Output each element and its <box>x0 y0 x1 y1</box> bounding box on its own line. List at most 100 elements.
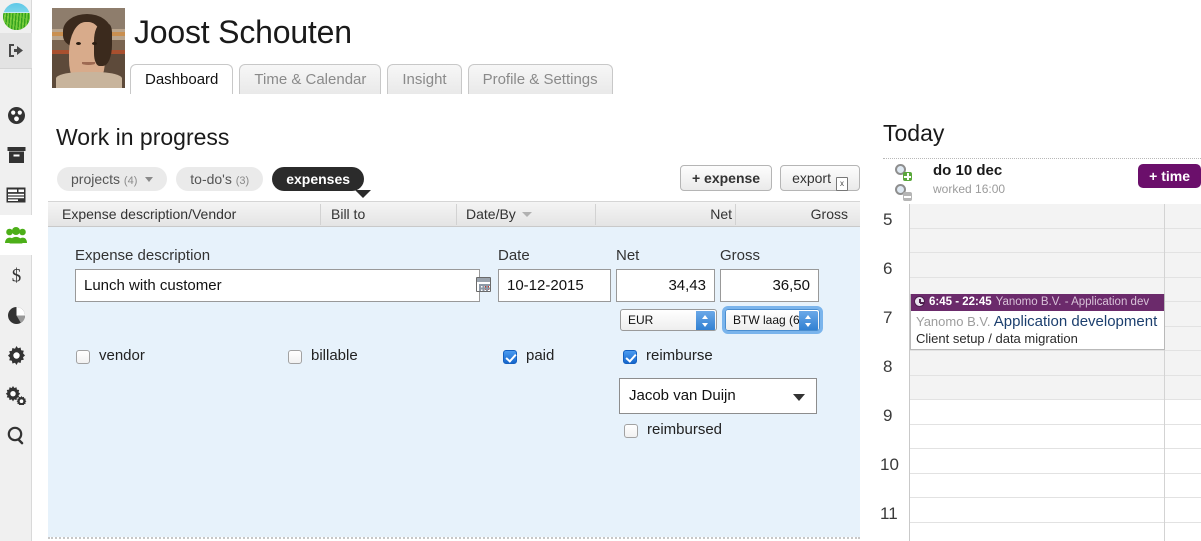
currency-select-value: EUR <box>628 313 654 327</box>
vat-select[interactable]: BTW laag (6 <box>722 306 823 334</box>
hour-label-8: 8 <box>883 357 893 376</box>
column-header-description[interactable]: Expense description/Vendor <box>62 202 236 227</box>
tab-time-calendar[interactable]: Time & Calendar <box>239 64 382 94</box>
calendar-icon[interactable] <box>476 277 491 292</box>
section-title: Work in progress <box>56 124 230 150</box>
calendar-event-note: Client setup / data migration <box>916 331 1078 346</box>
calendar-event-header-title: Yanomo B.V. - Application dev <box>995 296 1150 308</box>
calendar-event-project: Application development <box>993 313 1158 330</box>
clock-icon <box>914 296 925 307</box>
description-input[interactable]: Lunch with customer <box>75 269 480 302</box>
calendar-grid[interactable] <box>909 204 1201 541</box>
gear-icon[interactable] <box>0 335 32 375</box>
dashboard-icon[interactable] <box>0 95 32 135</box>
expense-table-header: Expense description/Vendor Bill to Date/… <box>48 201 860 227</box>
export-button[interactable]: export x <box>780 165 860 191</box>
vendor-checkbox[interactable] <box>76 350 90 364</box>
page-header: Joost Schouten Dashboard Time & Calendar… <box>48 0 1201 96</box>
vat-select-value: BTW laag (6 <box>733 313 800 327</box>
reimburse-checkbox[interactable] <box>623 350 637 364</box>
yanomo-logo[interactable] <box>3 3 30 30</box>
wip-filter-pills: projects (4) to-do's (3) expenses <box>57 167 373 191</box>
svg-text:$: $ <box>11 266 21 286</box>
hour-label-7: 7 <box>883 308 893 327</box>
pill-projects-label: projects <box>71 171 121 187</box>
zoom-out-icon[interactable] <box>895 184 912 201</box>
people-icon[interactable] <box>0 215 32 255</box>
excel-file-icon: x <box>836 177 848 191</box>
vendor-label: vendor <box>99 347 145 364</box>
pill-todos-count: (3) <box>235 175 250 187</box>
list-card-icon[interactable] <box>0 175 32 215</box>
today-worked-label: worked 16:00 <box>933 182 1006 196</box>
reimburse-label: reimburse <box>646 347 713 364</box>
date-label: Date <box>498 247 530 264</box>
export-button-label: export <box>792 170 831 186</box>
add-time-button[interactable]: + time <box>1138 164 1201 188</box>
column-header-net[interactable]: Net <box>710 202 732 227</box>
reimburse-person-select[interactable]: Jacob van Duijn <box>619 378 817 414</box>
app-rail: $ <box>0 0 32 541</box>
today-divider <box>883 158 1201 159</box>
gross-label: Gross <box>720 247 761 264</box>
zoom-in-icon[interactable] <box>895 164 912 181</box>
column-header-date-by-label: Date/By <box>466 206 516 222</box>
pill-todos[interactable]: to-do's (3) <box>176 167 264 191</box>
column-header-bill-to[interactable]: Bill to <box>331 202 365 227</box>
expense-edit-form: Expense description Lunch with customer … <box>48 227 860 537</box>
tab-profile-settings[interactable]: Profile & Settings <box>467 64 613 94</box>
pill-projects-count: (4) <box>123 175 138 187</box>
today-day-label: do 10 dec <box>933 162 1003 179</box>
search-icon[interactable] <box>0 415 32 455</box>
day-calendar: 5 6 7 8 9 10 11 6:45 - 22:45 Yanomo B.V. … <box>875 204 1201 541</box>
calendar-event[interactable]: 6:45 - 22:45 Yanomo B.V. - Application de… <box>910 294 1165 350</box>
stepper-arrows-icon <box>799 311 818 330</box>
calendar-event-header: 6:45 - 22:45 Yanomo B.V. - Application de… <box>911 294 1164 311</box>
pill-todos-label: to-do's <box>190 171 232 187</box>
currency-select[interactable]: EUR <box>620 309 717 331</box>
avatar <box>52 8 125 88</box>
pill-active-pointer <box>355 190 371 198</box>
sort-caret-icon <box>521 212 532 217</box>
page-title: Joost Schouten <box>134 14 352 50</box>
pill-expenses[interactable]: expenses <box>272 167 365 191</box>
logout-icon[interactable] <box>0 33 32 69</box>
net-label: Net <box>616 247 640 264</box>
description-label: Expense description <box>75 247 211 264</box>
billable-label: billable <box>311 347 358 364</box>
panel-bottom-divider <box>48 537 860 539</box>
date-input[interactable]: 10-12-2015 <box>498 269 611 302</box>
dollar-icon[interactable]: $ <box>0 255 32 295</box>
hour-label-5: 5 <box>883 210 893 229</box>
hour-label-9: 9 <box>883 406 893 425</box>
content-gutter <box>32 0 48 541</box>
add-expense-button[interactable]: + expense <box>679 165 773 191</box>
main-tabs: Dashboard Time & Calendar Insight Profil… <box>130 64 619 96</box>
chevron-down-icon <box>793 394 805 401</box>
billable-checkbox[interactable] <box>288 350 302 364</box>
tabs-underline <box>48 95 1201 96</box>
tab-dashboard[interactable]: Dashboard <box>130 64 234 94</box>
reimbursed-label: reimbursed <box>647 421 723 438</box>
gears-icon[interactable] <box>0 375 32 415</box>
column-header-date-by[interactable]: Date/By <box>466 202 532 227</box>
tab-insight[interactable]: Insight <box>387 64 462 94</box>
archive-box-icon[interactable] <box>0 135 32 175</box>
reimburse-person-value: Jacob van Duijn <box>629 387 736 404</box>
net-input[interactable]: 34,43 <box>616 269 715 302</box>
today-title: Today <box>883 120 945 146</box>
pie-chart-icon[interactable] <box>0 295 32 335</box>
today-panel: Today do 10 dec worked 16:00 + time 5 6 … <box>875 100 1201 541</box>
column-header-gross[interactable]: Gross <box>811 202 848 227</box>
hour-label-6: 6 <box>883 259 893 278</box>
reimbursed-checkbox[interactable] <box>624 424 638 438</box>
hour-label-11: 11 <box>880 504 898 523</box>
paid-checkbox[interactable] <box>503 350 517 364</box>
pill-projects[interactable]: projects (4) <box>57 167 168 191</box>
today-day-row: do 10 dec worked 16:00 + time <box>883 162 1201 204</box>
chevron-down-icon <box>145 177 154 182</box>
gross-input[interactable]: 36,50 <box>720 269 819 302</box>
work-in-progress-panel: Work in progress projects (4) to-do's (3… <box>48 100 860 541</box>
expense-toolbar: + expense export x <box>672 165 860 191</box>
paid-label: paid <box>526 347 555 364</box>
